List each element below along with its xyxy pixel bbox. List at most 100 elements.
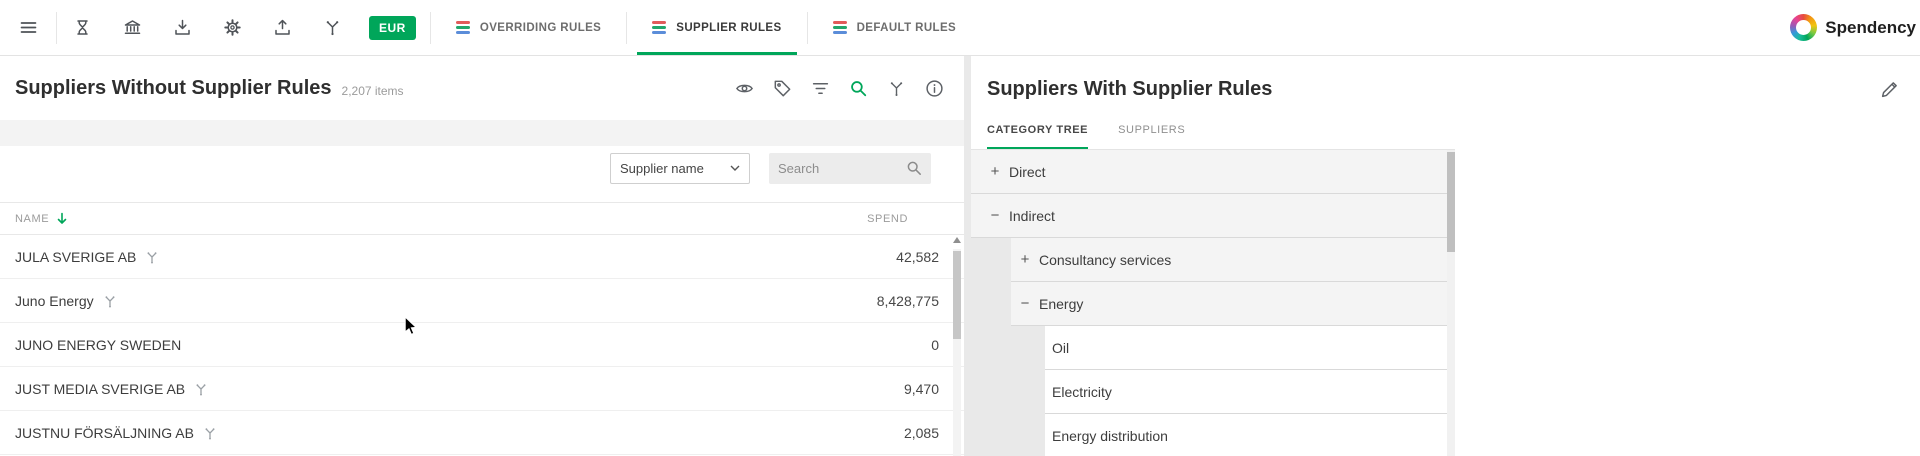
upload-icon	[273, 18, 292, 37]
tree-scrollbar[interactable]	[1447, 150, 1455, 456]
column-label: NAME	[15, 213, 49, 225]
export-button[interactable]	[257, 0, 307, 55]
table-row[interactable]: Juno Energy 8,428,775	[0, 279, 964, 323]
supplier-name: JUSTNU FÖRSÄLJNING AB	[15, 425, 194, 441]
tree-item-label: Consultancy services	[1039, 252, 1171, 268]
filter-icon[interactable]	[810, 78, 830, 98]
top-toolbar: EUR OVERRIDING RULES SUPPLIER RULES DEFA…	[0, 0, 1920, 56]
spend-value: 2,085	[904, 425, 939, 441]
tree-item[interactable]: Electricity	[1045, 370, 1455, 414]
search-icon[interactable]	[848, 78, 868, 98]
tab-supplier-rules[interactable]: SUPPLIER RULES	[627, 0, 806, 55]
content-area: Suppliers Without Supplier Rules 2,207 i…	[0, 56, 1920, 456]
edit-pencil-icon[interactable]	[1880, 80, 1900, 100]
column-header-name[interactable]: NAME	[15, 212, 68, 226]
tree-item[interactable]: − Indirect	[971, 194, 1455, 238]
scrollbar-thumb[interactable]	[1447, 152, 1455, 252]
rules-icon	[833, 21, 847, 34]
sort-desc-icon	[56, 212, 68, 226]
hierarchy-icon	[194, 382, 208, 396]
items-count: 2,207 items	[342, 84, 404, 98]
spend-value: 8,428,775	[877, 293, 939, 309]
scrollbar-thumb[interactable]	[953, 251, 961, 339]
table-scrollbar[interactable]	[952, 237, 962, 456]
tab-label: DEFAULT RULES	[857, 22, 957, 34]
hierarchy-icon	[203, 426, 217, 440]
table-row[interactable]: JUSTNU FÖRSÄLJNING AB 2,085	[0, 411, 964, 455]
bank-icon	[123, 18, 142, 37]
supplier-name: JUNO ENERGY SWEDEN	[15, 337, 181, 353]
supplier-name: Juno Energy	[15, 293, 94, 309]
brand: Spendency	[1790, 14, 1920, 41]
panel-divider-strip	[0, 120, 964, 146]
scroll-up-arrow[interactable]	[953, 237, 961, 243]
magnifier-icon	[906, 160, 922, 176]
filter-row: Supplier name	[0, 146, 964, 190]
table-row[interactable]: JUST MEDIA SVERIGE AB 9,470	[0, 367, 964, 411]
tree-item[interactable]: + Direct	[971, 150, 1455, 194]
suppliers-without-rules-panel: Suppliers Without Supplier Rules 2,207 i…	[0, 56, 964, 456]
search-box	[769, 153, 931, 184]
column-header-spend[interactable]: SPEND	[867, 213, 908, 225]
table-header: NAME SPEND	[0, 202, 964, 235]
tab-overriding-rules[interactable]: OVERRIDING RULES	[431, 0, 626, 55]
hierarchy-icon	[323, 18, 342, 37]
supplier-name: JUST MEDIA SVERIGE AB	[15, 381, 185, 397]
bank-button[interactable]	[107, 0, 157, 55]
spend-value: 42,582	[896, 249, 939, 265]
tree-item-label: Oil	[1052, 340, 1069, 356]
expand-icon[interactable]: +	[1019, 251, 1031, 268]
tree-item-label: Energy	[1039, 296, 1083, 312]
dropdown-value: Supplier name	[620, 161, 704, 176]
category-tree: + Direct − Indirect + Consultancy servic…	[971, 150, 1455, 456]
search-field-dropdown[interactable]: Supplier name	[610, 153, 750, 184]
tree-item-label: Energy distribution	[1052, 428, 1168, 444]
currency-badge[interactable]: EUR	[369, 16, 416, 40]
menu-button[interactable]	[0, 0, 56, 55]
tab-label: SUPPLIER RULES	[676, 22, 781, 34]
tree-item[interactable]: − Energy	[1011, 282, 1455, 326]
tag-icon[interactable]	[772, 78, 792, 98]
settings-button[interactable]	[207, 0, 257, 55]
expand-icon[interactable]: +	[989, 163, 1001, 180]
import-button[interactable]	[157, 0, 207, 55]
supplier-name: JULA SVERIGE AB	[15, 249, 136, 265]
download-icon	[173, 18, 192, 37]
tab-category-tree[interactable]: CATEGORY TREE	[987, 118, 1088, 150]
right-panel-title: Suppliers With Supplier Rules	[987, 78, 1272, 101]
collapse-icon[interactable]: −	[989, 207, 1001, 224]
tree-item[interactable]: Oil	[1045, 326, 1455, 370]
spend-value: 0	[931, 337, 939, 353]
left-panel-header: Suppliers Without Supplier Rules 2,207 i…	[0, 56, 964, 120]
panel-divider	[964, 56, 971, 456]
collapse-icon[interactable]: −	[1019, 295, 1031, 312]
hourglass-button[interactable]	[57, 0, 107, 55]
tab-label: OVERRIDING RULES	[480, 22, 601, 34]
hierarchy-icon[interactable]	[886, 78, 906, 98]
spend-value: 9,470	[904, 381, 939, 397]
tab-default-rules[interactable]: DEFAULT RULES	[808, 0, 982, 55]
tree-item[interactable]: + Consultancy services	[1011, 238, 1455, 282]
rules-icon	[652, 21, 666, 34]
gear-icon	[223, 18, 242, 37]
hierarchy-icon	[103, 294, 117, 308]
brand-name: Spendency	[1825, 18, 1916, 38]
spendency-logo-icon	[1790, 14, 1817, 41]
tree-item-label: Electricity	[1052, 384, 1112, 400]
hamburger-icon	[19, 18, 38, 37]
left-panel-title: Suppliers Without Supplier Rules	[15, 77, 332, 100]
hierarchy-icon	[145, 250, 159, 264]
tree-item[interactable]: Energy distribution	[1045, 414, 1455, 456]
suppliers-with-rules-panel: Suppliers With Supplier Rules CATEGORY T…	[971, 56, 1920, 456]
chevron-down-icon	[730, 165, 740, 172]
left-panel-actions	[734, 78, 944, 98]
right-panel-tabs: CATEGORY TREE SUPPLIERS	[987, 118, 1185, 150]
tab-suppliers[interactable]: SUPPLIERS	[1118, 118, 1185, 150]
table-row[interactable]: JUNO ENERGY SWEDEN 0	[0, 323, 964, 367]
tree-item-label: Direct	[1009, 164, 1046, 180]
hierarchy-button[interactable]	[307, 0, 357, 55]
table-row[interactable]: JULA SVERIGE AB 42,582	[0, 235, 964, 279]
search-input[interactable]	[778, 161, 906, 176]
visibility-icon[interactable]	[734, 78, 754, 98]
info-icon[interactable]	[924, 78, 944, 98]
